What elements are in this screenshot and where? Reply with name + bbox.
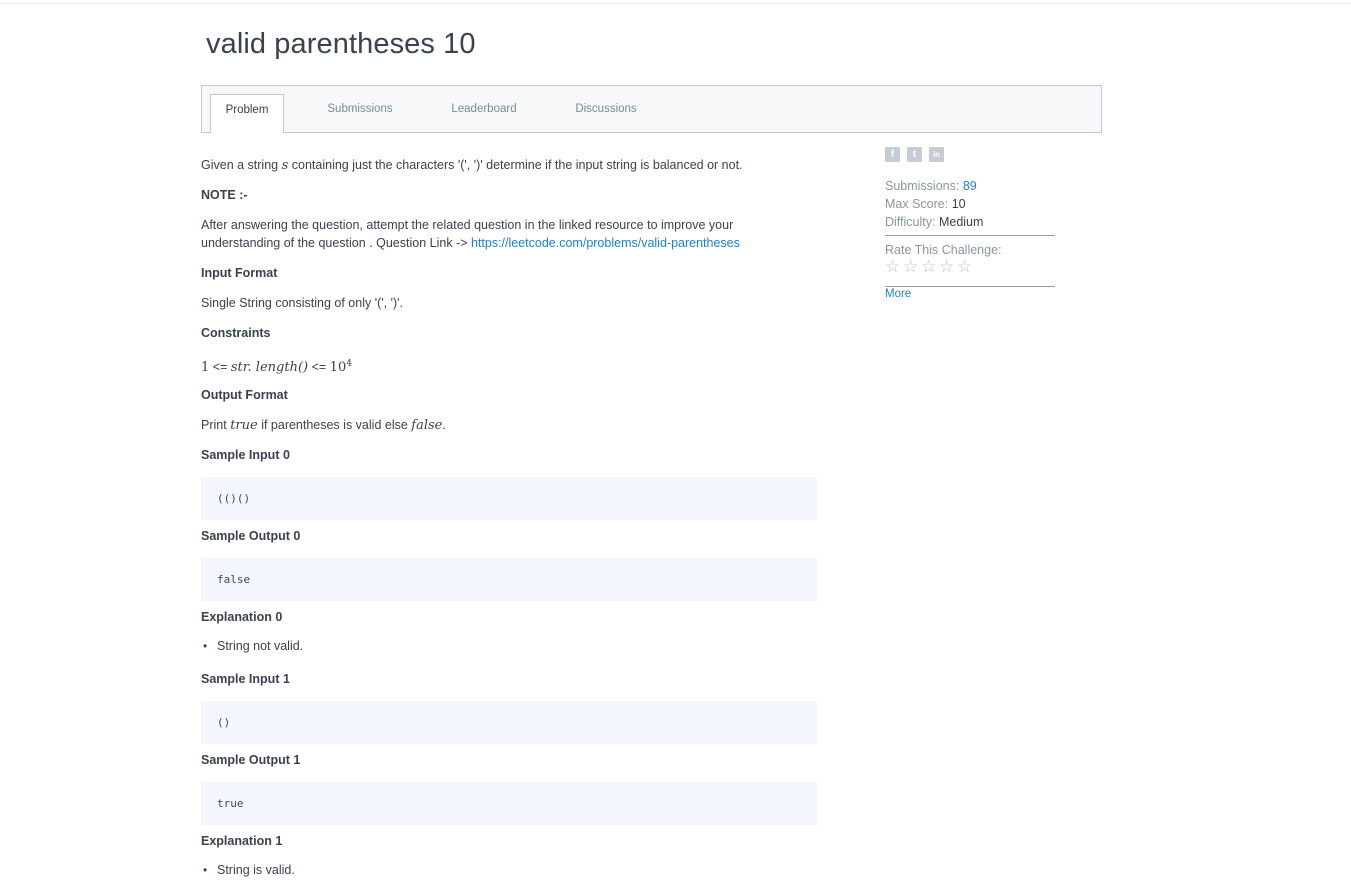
output-print: Print (201, 418, 227, 432)
linkedin-icon[interactable]: in (929, 147, 944, 162)
submissions-stat: Submissions: 89 (885, 178, 977, 194)
difficulty-label: Difficulty: (885, 215, 936, 229)
twitter-icon[interactable]: t (907, 147, 922, 162)
tab-bar: Problem Submissions Leaderboard Discussi… (201, 85, 1102, 133)
sample-input-0-heading: Sample Input 0 (201, 448, 290, 462)
sample-input-1-heading: Sample Input 1 (201, 672, 290, 686)
star-icon[interactable]: ☆ (885, 258, 903, 276)
difficulty-stat: Difficulty: Medium (885, 214, 983, 230)
output-format-text: Print true if parentheses is valid else … (201, 416, 446, 435)
tab-problem[interactable]: Problem (210, 94, 284, 133)
more-link[interactable]: More (885, 288, 911, 300)
explanation-0-heading: Explanation 0 (201, 610, 283, 624)
output-false: false (411, 418, 443, 433)
submissions-count-link[interactable]: 89 (963, 179, 977, 193)
explanation-1-heading: Explanation 1 (201, 834, 283, 848)
tab-submissions[interactable]: Submissions (314, 86, 406, 132)
star-icon[interactable]: ☆ (939, 258, 957, 276)
tab-leaderboard[interactable]: Leaderboard (438, 86, 530, 132)
output-end: . (442, 418, 446, 432)
submissions-label: Submissions: (885, 179, 960, 193)
sample-output-0: false (201, 558, 817, 601)
sidebar-divider (885, 286, 1055, 287)
sample-input-0: (()() (201, 477, 817, 520)
constraint-op1: <= (212, 360, 228, 375)
constraint-expr: str. length() (230, 360, 309, 376)
max-score-label: Max Score: (885, 197, 949, 211)
output-true: true (230, 418, 258, 433)
explanation-0-item: String not valid. (203, 639, 303, 653)
difficulty-value: Medium (938, 215, 984, 229)
star-icon[interactable]: ☆ (957, 258, 975, 276)
tab-discussions[interactable]: Discussions (564, 86, 648, 132)
question-link[interactable]: https://leetcode.com/problems/valid-pare… (471, 236, 740, 250)
star-icon[interactable]: ☆ (921, 258, 939, 276)
constraint-lower: 1 (201, 360, 210, 376)
note-text-line1: After answering the question, attempt th… (201, 218, 734, 232)
note-text: After answering the question, attempt th… (201, 216, 740, 252)
intro-text-post: containing just the characters '(', ')' … (291, 158, 743, 172)
note-heading: NOTE :- (201, 188, 248, 202)
rate-label: Rate This Challenge: (885, 243, 1002, 257)
star-icon[interactable]: ☆ (903, 258, 921, 276)
constraint-base: 10 (329, 360, 347, 376)
input-format-text: Single String consisting of only '(', ')… (201, 296, 403, 310)
constraint-op2: <= (311, 360, 327, 375)
sample-input-1: () (201, 701, 817, 744)
sidebar-divider (885, 235, 1055, 236)
sample-output-0-heading: Sample Output 0 (201, 529, 301, 543)
sample-output-1-heading: Sample Output 1 (201, 753, 301, 767)
constraint-exponent: 4 (346, 359, 352, 369)
max-score-value: 10 (951, 197, 966, 211)
facebook-icon[interactable]: f (885, 147, 900, 162)
output-mid: if parentheses is valid else (261, 418, 408, 432)
sample-output-1: true (201, 782, 817, 825)
intro-variable: s (281, 158, 289, 173)
input-format-heading: Input Format (201, 266, 278, 280)
intro-text: Given a string s containing just the cha… (201, 156, 743, 175)
explanation-1-item: String is valid. (203, 863, 295, 877)
output-format-heading: Output Format (201, 388, 288, 402)
star-rating: ☆ ☆ ☆ ☆ ☆ (885, 258, 975, 276)
intro-text-pre: Given a string (201, 158, 279, 172)
constraints-text: 1 <= str. length() <= 104 (201, 355, 352, 377)
note-text-line2: understanding of the question . Question… (201, 236, 468, 250)
top-divider (0, 3, 1351, 4)
constraints-heading: Constraints (201, 326, 271, 340)
page-title: valid parentheses 10 (206, 28, 476, 60)
max-score-stat: Max Score: 10 (885, 196, 966, 212)
